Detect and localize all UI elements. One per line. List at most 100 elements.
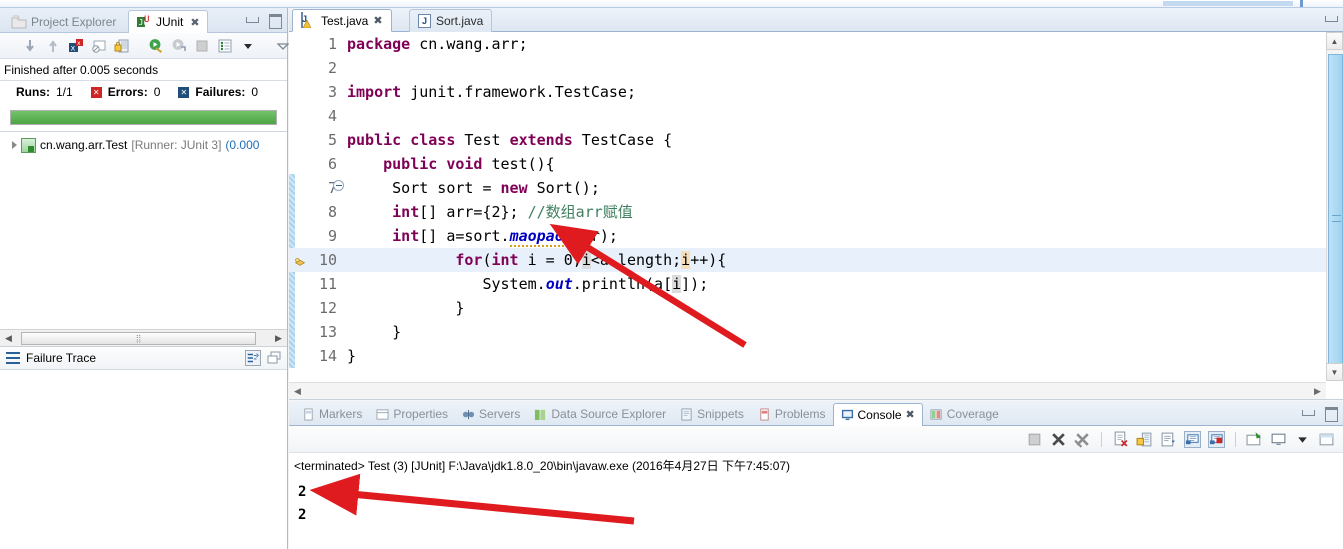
- chevron-right-icon[interactable]: [12, 141, 17, 149]
- minimize-icon[interactable]: [245, 13, 259, 26]
- tab-label: Console: [857, 407, 902, 422]
- markers-icon: [302, 407, 315, 421]
- rerun-failed-icon[interactable]: [171, 38, 187, 54]
- open-console-icon[interactable]: [1318, 431, 1335, 448]
- remove-launch-icon[interactable]: [1050, 431, 1067, 448]
- code-line[interactable]: 12 }: [289, 296, 1326, 320]
- tab-label: Data Source Explorer: [551, 407, 667, 421]
- junit-icon: Ju U: [136, 14, 152, 30]
- coverage-icon: [930, 408, 943, 421]
- maximize-icon[interactable]: [1324, 406, 1338, 422]
- pin-console-icon[interactable]: [1246, 431, 1263, 448]
- warning-marker-icon[interactable]: [293, 254, 307, 268]
- eclipse-window: Project Explorer Ju U JUnit ✖ x x Finish…: [0, 0, 1343, 549]
- close-icon[interactable]: ✖: [906, 408, 915, 421]
- scroll-up-icon[interactable]: ▲: [1326, 32, 1343, 50]
- editor-vscrollbar[interactable]: ▲ ▼: [1326, 32, 1343, 399]
- close-icon[interactable]: ✖: [373, 14, 382, 27]
- code-line[interactable]: 4: [289, 104, 1326, 128]
- scroll-track[interactable]: ⣿: [17, 330, 270, 346]
- code-line[interactable]: 2: [289, 56, 1326, 80]
- code-line[interactable]: 10 for(int i = 0;i<a.length;i++){: [289, 248, 1326, 272]
- tab-junit[interactable]: Ju U JUnit ✖: [128, 10, 208, 33]
- word-wrap-icon[interactable]: [1160, 431, 1177, 448]
- terminate-icon[interactable]: [1026, 431, 1043, 448]
- tab-problems[interactable]: Problems: [751, 403, 833, 426]
- main-toolbar-strip: [0, 0, 1343, 8]
- tab-sort-java[interactable]: Sort.java: [409, 9, 493, 32]
- restore-icon[interactable]: [267, 351, 281, 365]
- clear-console-icon[interactable]: [1112, 431, 1129, 448]
- code-line[interactable]: 1 package cn.wang.arr;: [289, 32, 1326, 56]
- scroll-right-icon[interactable]: ▶: [1309, 384, 1326, 399]
- list-item[interactable]: cn.wang.arr.Test [Runner: JUnit 3] (0.00…: [0, 136, 287, 154]
- tab-console[interactable]: Console ✖: [832, 402, 923, 426]
- stop-icon[interactable]: [194, 38, 210, 54]
- tab-project-explorer[interactable]: Project Explorer: [4, 10, 123, 33]
- console-output-line: 2: [298, 507, 307, 523]
- editor-hscrollbar[interactable]: ◀ ▶: [289, 382, 1326, 399]
- fold-collapse-icon[interactable]: [333, 180, 344, 191]
- line-number: 11: [318, 275, 337, 293]
- close-icon[interactable]: ✖: [190, 16, 199, 29]
- svg-text:x: x: [77, 40, 81, 47]
- editor-window-buttons: [1324, 12, 1338, 25]
- console-output[interactable]: <terminated> Test (3) [JUnit] F:\Java\jd…: [289, 453, 1343, 549]
- previous-failure-icon[interactable]: [45, 38, 61, 54]
- code-editor[interactable]: 1 package cn.wang.arr; 2 3 import junit.fram…: [289, 32, 1343, 400]
- display-selected-console-icon[interactable]: [1270, 431, 1287, 448]
- rerun-test-icon[interactable]: [148, 38, 164, 54]
- minimize-icon[interactable]: [1324, 12, 1338, 25]
- code-line[interactable]: 8 int[] arr={2}; //数组arr赋值: [289, 200, 1326, 224]
- junit-progress-fill: [11, 111, 276, 124]
- console-menu-arrow-icon[interactable]: [1294, 431, 1311, 448]
- view-menu-arrow-icon[interactable]: [240, 38, 256, 54]
- maximize-icon[interactable]: [268, 13, 282, 29]
- scroll-lock-icon[interactable]: [1136, 431, 1153, 448]
- tab-data-source-explorer[interactable]: Data Source Explorer: [527, 403, 673, 426]
- tab-markers[interactable]: Markers: [295, 403, 369, 426]
- show-console-on-error-icon[interactable]: [1208, 430, 1225, 448]
- scroll-thumb[interactable]: ⣿: [21, 331, 256, 345]
- properties-icon: [376, 408, 389, 421]
- next-failure-icon[interactable]: [22, 38, 38, 54]
- compare-result-icon[interactable]: [245, 350, 261, 366]
- junit-tree-hscrollbar[interactable]: ◀ ⣿ ▶: [0, 329, 287, 346]
- snippets-icon: [680, 407, 693, 421]
- console-output-line: 2: [298, 484, 307, 500]
- tab-properties[interactable]: Properties: [369, 403, 455, 426]
- toolbar-separator: [1235, 431, 1236, 447]
- line-code: public class Test extends TestCase {: [347, 131, 673, 149]
- show-failures-icon[interactable]: xx: [68, 38, 84, 54]
- tab-coverage[interactable]: Coverage: [923, 403, 1006, 426]
- tab-test-java[interactable]: Test.java ✖: [292, 9, 392, 32]
- scroll-down-icon[interactable]: ▼: [1326, 363, 1343, 381]
- lock-history-icon[interactable]: [114, 38, 130, 54]
- code-line[interactable]: 7 Sort sort = new Sort();: [289, 176, 1326, 200]
- code-line[interactable]: 9 int[] a=sort.maopao(arr);: [289, 224, 1326, 248]
- line-code: import junit.framework.TestCase;: [347, 83, 636, 101]
- line-code: int[] arr={2}; //数组arr赋值: [392, 203, 633, 221]
- toolbar-separator: [1101, 431, 1102, 447]
- scroll-left-icon[interactable]: ◀: [289, 384, 306, 399]
- test-history-icon[interactable]: [217, 38, 233, 54]
- show-console-on-output-icon[interactable]: [1184, 430, 1201, 448]
- scroll-thumb[interactable]: [1328, 54, 1343, 376]
- data-source-icon: [534, 408, 547, 421]
- code-line[interactable]: 11 System.out.println(a[i]);: [289, 272, 1326, 296]
- code-line[interactable]: 13 }: [289, 320, 1326, 344]
- show-disabled-icon[interactable]: [91, 38, 107, 54]
- code-line[interactable]: 5 public class Test extends TestCase {: [289, 128, 1326, 152]
- console-lines: 22: [293, 481, 1343, 527]
- junit-counts: Runs: 1/1 Errors: 0 Failures: 0: [0, 81, 287, 103]
- tab-servers[interactable]: Servers: [455, 403, 527, 426]
- scroll-right-icon[interactable]: ▶: [270, 331, 287, 346]
- scroll-left-icon[interactable]: ◀: [0, 331, 17, 346]
- code-line[interactable]: 14}: [289, 344, 1326, 368]
- minimize-icon[interactable]: [1301, 406, 1315, 419]
- editor-and-console-area: Test.java ✖ Sort.java 1 package cn.wang.a…: [289, 8, 1343, 549]
- tab-snippets[interactable]: Snippets: [673, 403, 751, 426]
- code-line[interactable]: 3 import junit.framework.TestCase;: [289, 80, 1326, 104]
- remove-all-launches-icon[interactable]: [1074, 431, 1091, 448]
- code-line[interactable]: 6 public void test(){: [289, 152, 1326, 176]
